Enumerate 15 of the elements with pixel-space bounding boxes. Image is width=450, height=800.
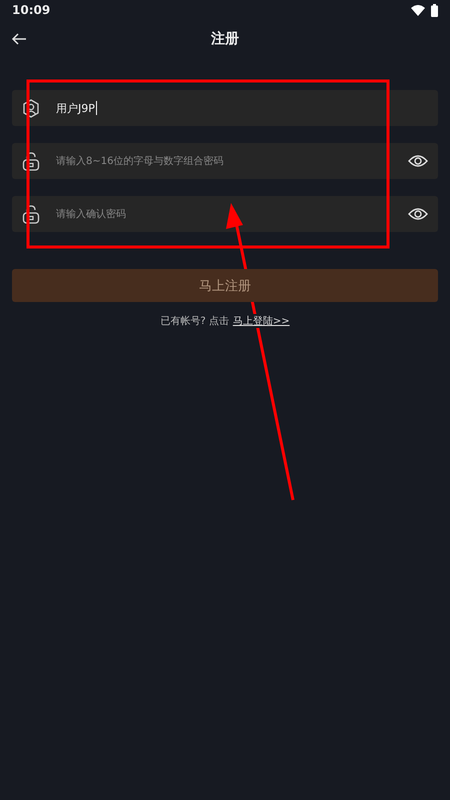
lock-icon [22,152,40,170]
input-field[interactable]: 请输入确认密码 [12,196,438,232]
back-arrow-icon[interactable] [11,33,27,45]
user-icon [22,98,40,118]
input-field[interactable]: 请输入8~16位的字母与数字组合密码 [12,143,438,179]
eye-icon[interactable] [408,154,428,168]
login-prompt-text: 已有帐号? 点击 [160,314,229,328]
lock-icon [22,204,40,224]
wifi-icon [411,4,425,16]
input-field[interactable]: 用户J9P [12,90,438,126]
login-link[interactable]: 马上登陆>> [232,314,290,328]
page-title: 注册 [211,30,239,48]
battery-icon [431,4,438,16]
eye-icon[interactable] [408,207,428,221]
status-time: 10:09 [12,3,50,17]
